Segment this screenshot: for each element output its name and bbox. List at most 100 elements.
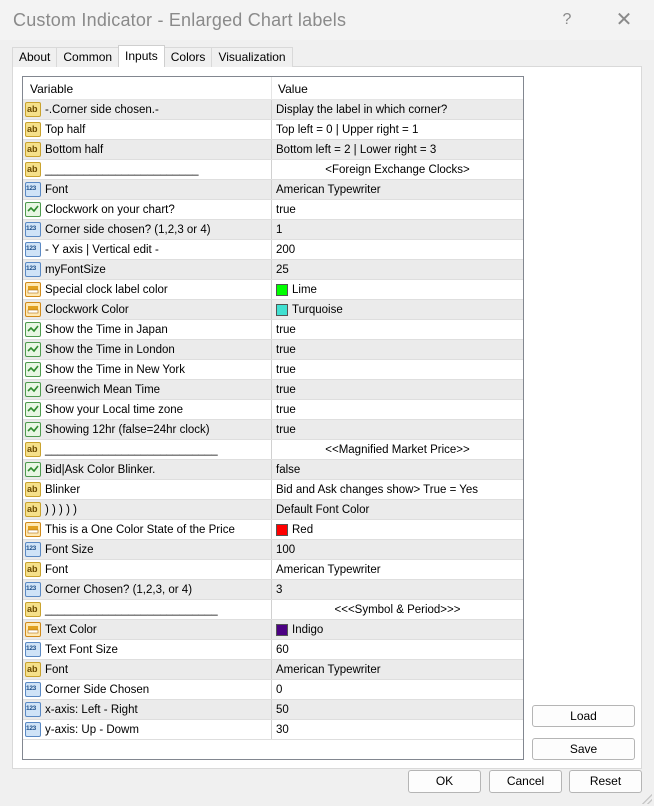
variable-cell: Text Font Size bbox=[23, 640, 272, 659]
value-cell[interactable]: Red bbox=[272, 520, 523, 539]
value-cell[interactable]: 30 bbox=[272, 720, 523, 739]
table-row[interactable]: Text Font Size 60 bbox=[23, 640, 523, 660]
table-row[interactable]: y-axis: Up - Dowm 30 bbox=[23, 720, 523, 740]
close-button[interactable]: ✕ bbox=[612, 8, 636, 32]
table-row[interactable]: Blinker Bid and Ask changes show> True = … bbox=[23, 480, 523, 500]
value-cell[interactable]: Bid and Ask changes show> True = Yes bbox=[272, 480, 523, 499]
value-cell[interactable]: 3 bbox=[272, 580, 523, 599]
value-cell[interactable]: <Foreign Exchange Clocks> bbox=[272, 160, 523, 179]
column-header-variable[interactable]: Variable bbox=[23, 77, 272, 99]
value-cell[interactable]: 50 bbox=[272, 700, 523, 719]
window-title: Custom Indicator - Enlarged Chart labels bbox=[13, 10, 347, 30]
value-text: Default Font Color bbox=[276, 503, 370, 516]
table-row[interactable]: x-axis: Left - Right 50 bbox=[23, 700, 523, 720]
table-row[interactable]: Clockwork on your chart? true bbox=[23, 200, 523, 220]
column-header-value[interactable]: Value bbox=[272, 77, 523, 99]
table-row[interactable]: This is a One Color State of the Price Re… bbox=[23, 520, 523, 540]
table-row[interactable]: Greenwich Mean Time true bbox=[23, 380, 523, 400]
value-cell[interactable]: 25 bbox=[272, 260, 523, 279]
variable-name: Show the Time in London bbox=[45, 343, 175, 356]
variable-cell: myFontSize bbox=[23, 260, 272, 279]
value-cell[interactable]: 60 bbox=[272, 640, 523, 659]
value-cell[interactable]: Lime bbox=[272, 280, 523, 299]
ok-button[interactable]: OK bbox=[408, 770, 481, 793]
value-text: 1 bbox=[276, 223, 283, 236]
table-row[interactable]: Corner Side Chosen 0 bbox=[23, 680, 523, 700]
tab-common[interactable]: Common bbox=[56, 47, 120, 67]
variable-name: Show your Local time zone bbox=[45, 403, 184, 416]
value-text: Turquoise bbox=[292, 303, 343, 316]
table-row[interactable]: Font American Typewriter bbox=[23, 560, 523, 580]
table-row[interactable]: ___________________________ <<<Symbol & P… bbox=[23, 600, 523, 620]
variable-name: x-axis: Left - Right bbox=[45, 703, 138, 716]
value-cell[interactable]: Turquoise bbox=[272, 300, 523, 319]
table-row[interactable]: Top half Top left = 0 | Upper right = 1 bbox=[23, 120, 523, 140]
tab-visualization[interactable]: Visualization bbox=[211, 47, 293, 67]
value-cell[interactable]: Top left = 0 | Upper right = 1 bbox=[272, 120, 523, 139]
table-row[interactable]: Corner side chosen? (1,2,3 or 4) 1 bbox=[23, 220, 523, 240]
tab-colors[interactable]: Colors bbox=[163, 47, 213, 67]
value-cell[interactable]: 100 bbox=[272, 540, 523, 559]
variable-name: Font bbox=[45, 563, 69, 576]
table-row[interactable]: Special clock label color Lime bbox=[23, 280, 523, 300]
reset-button[interactable]: Reset bbox=[569, 770, 642, 793]
number-type-icon bbox=[25, 542, 41, 557]
table-row[interactable]: Text Color Indigo bbox=[23, 620, 523, 640]
table-row[interactable]: - Y axis | Vertical edit - 200 bbox=[23, 240, 523, 260]
table-row[interactable]: Show the Time in Japan true bbox=[23, 320, 523, 340]
inputs-grid[interactable]: Variable Value -.Corner side chosen.- Dis… bbox=[22, 76, 524, 760]
value-cell[interactable]: false bbox=[272, 460, 523, 479]
table-row[interactable]: Bid|Ask Color Blinker. false bbox=[23, 460, 523, 480]
load-button[interactable]: Load bbox=[532, 705, 635, 727]
table-row[interactable]: Bottom half Bottom left = 2 | Lower right… bbox=[23, 140, 523, 160]
value-cell[interactable]: American Typewriter bbox=[272, 560, 523, 579]
table-row[interactable]: Font American Typewriter bbox=[23, 660, 523, 680]
value-cell[interactable]: 1 bbox=[272, 220, 523, 239]
string-type-icon bbox=[25, 102, 41, 117]
value-cell[interactable]: Display the label in which corner? bbox=[272, 100, 523, 119]
save-button[interactable]: Save bbox=[532, 738, 635, 760]
value-cell[interactable]: true bbox=[272, 340, 523, 359]
table-row[interactable]: -.Corner side chosen.- Display the label … bbox=[23, 100, 523, 120]
help-button[interactable]: ? bbox=[555, 8, 579, 32]
value-cell[interactable]: true bbox=[272, 200, 523, 219]
value-cell[interactable]: Default Font Color bbox=[272, 500, 523, 519]
table-row[interactable]: Show the Time in London true bbox=[23, 340, 523, 360]
resize-grip[interactable] bbox=[642, 794, 652, 804]
value-cell[interactable]: Bottom left = 2 | Lower right = 3 bbox=[272, 140, 523, 159]
value-cell[interactable]: true bbox=[272, 380, 523, 399]
tab-about[interactable]: About bbox=[12, 47, 58, 67]
value-cell[interactable]: <<Magnified Market Price>> bbox=[272, 440, 523, 459]
table-row[interactable]: Corner Chosen? (1,2,3, or 4) 3 bbox=[23, 580, 523, 600]
value-cell[interactable]: true bbox=[272, 400, 523, 419]
table-row[interactable]: Font American Typewriter bbox=[23, 180, 523, 200]
color-type-icon bbox=[25, 522, 41, 537]
value-text: 50 bbox=[276, 703, 289, 716]
value-cell[interactable]: true bbox=[272, 360, 523, 379]
table-row[interactable]: Clockwork Color Turquoise bbox=[23, 300, 523, 320]
title-bar[interactable]: Custom Indicator - Enlarged Chart labels… bbox=[0, 0, 654, 40]
value-cell[interactable]: Indigo bbox=[272, 620, 523, 639]
color-type-icon bbox=[25, 302, 41, 317]
value-cell[interactable]: <<<Symbol & Period>>> bbox=[272, 600, 523, 619]
value-cell[interactable]: true bbox=[272, 420, 523, 439]
value-cell[interactable]: 0 bbox=[272, 680, 523, 699]
table-row[interactable]: Showing 12hr (false=24hr clock) true bbox=[23, 420, 523, 440]
table-row[interactable]: Show your Local time zone true bbox=[23, 400, 523, 420]
table-row[interactable]: Show the Time in New York true bbox=[23, 360, 523, 380]
table-row[interactable]: ) ) ) ) ) Default Font Color bbox=[23, 500, 523, 520]
table-row[interactable]: Font Size 100 bbox=[23, 540, 523, 560]
boolean-type-icon bbox=[25, 322, 41, 337]
cancel-button[interactable]: Cancel bbox=[489, 770, 562, 793]
variable-cell: ) ) ) ) ) bbox=[23, 500, 272, 519]
value-cell[interactable]: American Typewriter bbox=[272, 180, 523, 199]
table-row[interactable]: myFontSize 25 bbox=[23, 260, 523, 280]
variable-cell: Font Size bbox=[23, 540, 272, 559]
table-row[interactable]: ________________________ <Foreign Exchang… bbox=[23, 160, 523, 180]
value-cell[interactable]: 200 bbox=[272, 240, 523, 259]
value-cell[interactable]: true bbox=[272, 320, 523, 339]
tab-inputs[interactable]: Inputs bbox=[118, 45, 165, 67]
value-cell[interactable]: American Typewriter bbox=[272, 660, 523, 679]
table-row[interactable]: ___________________________ <<Magnified M… bbox=[23, 440, 523, 460]
number-type-icon bbox=[25, 582, 41, 597]
